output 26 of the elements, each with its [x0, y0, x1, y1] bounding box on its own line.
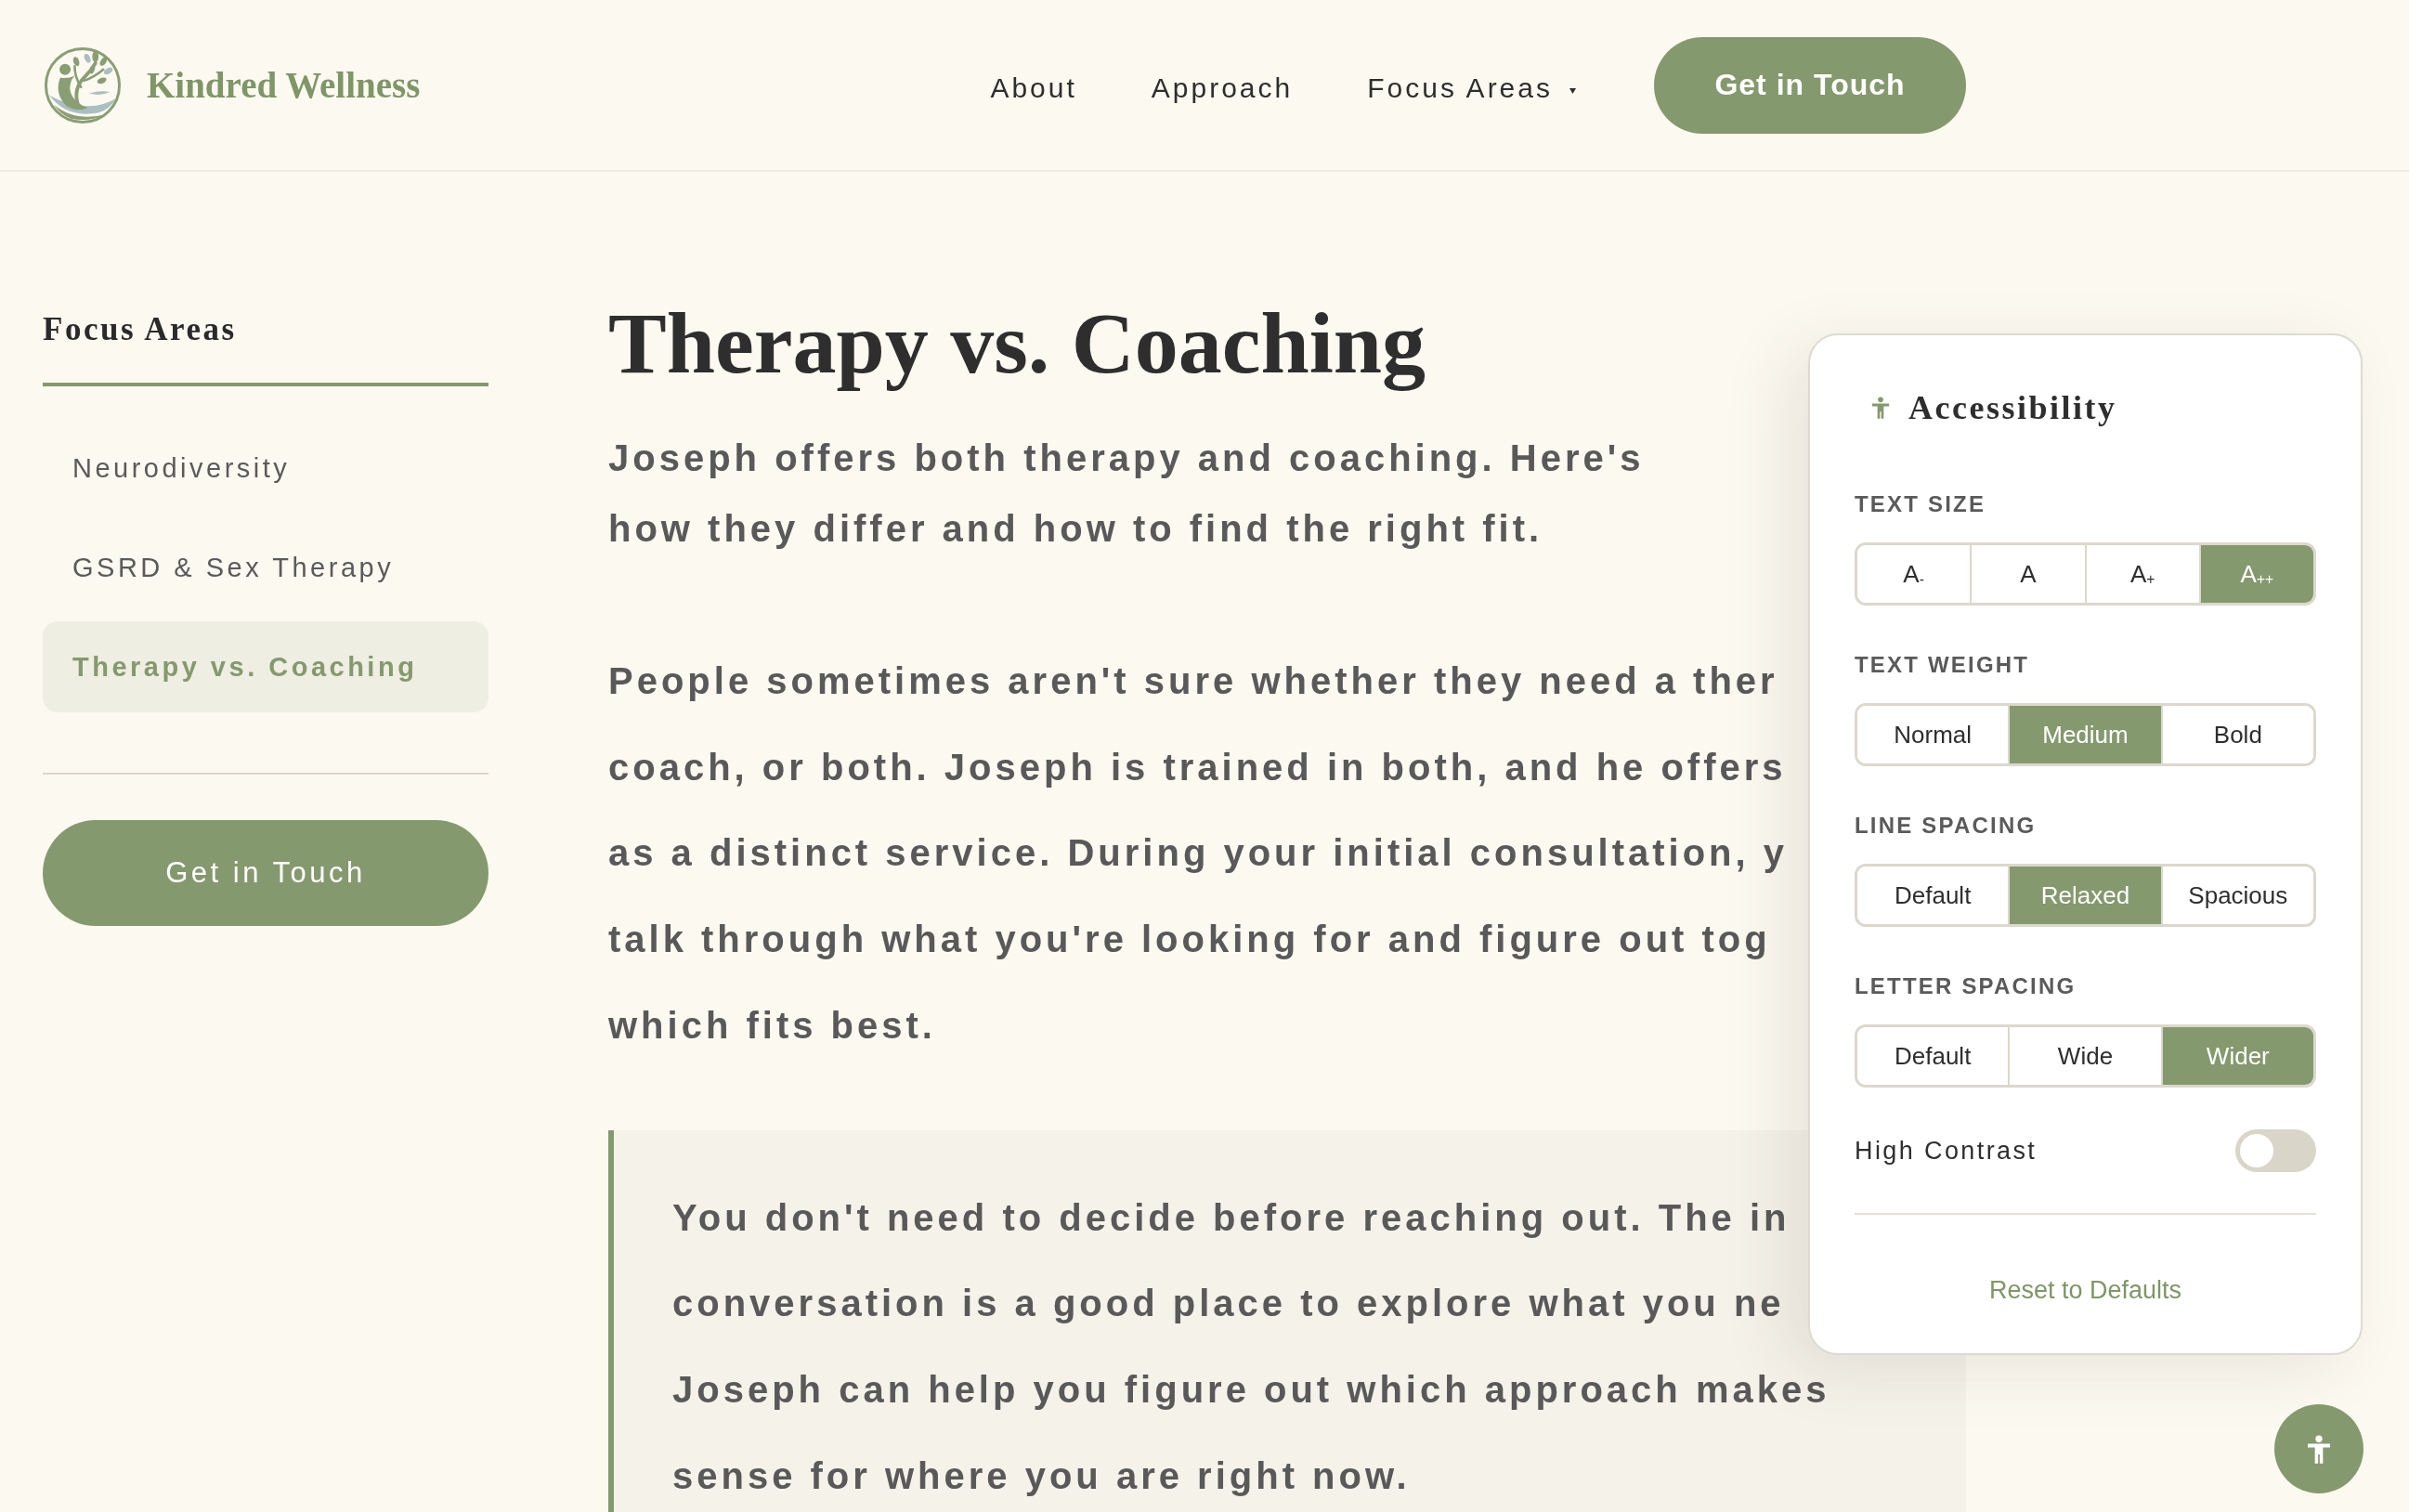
option-button[interactable]: Bold — [2160, 706, 2313, 763]
setting-label: LETTER SPACING — [1855, 972, 2077, 1000]
high-contrast-toggle[interactable] — [2235, 1129, 2316, 1172]
intro-text: Joseph offers both therapy and coaching. Here's how they differ and how to find the right fit. — [608, 437, 1646, 551]
nav-link[interactable]: About — [990, 66, 1077, 104]
callout-text: You don't need to decide before reaching out. The in — [672, 1196, 1790, 1238]
callout-text: sense for where you are right now. — [672, 1454, 1411, 1496]
accessibility-person-icon — [1871, 397, 1890, 419]
nav-link[interactable]: Approach — [1151, 66, 1294, 104]
caret-icon — [1569, 87, 1576, 94]
panel-title: Accessibility — [1908, 388, 2117, 428]
nav-link[interactable]: Focus Areas — [1367, 66, 1576, 104]
callout-text: conversation is a good place to explore what you ne — [672, 1283, 1785, 1324]
sidebar-item[interactable]: GSRD & Sex Therapy — [43, 522, 488, 613]
option-button[interactable]: Spacious — [2160, 867, 2313, 924]
accessibility-person-icon — [2307, 1434, 2331, 1464]
sidebar-item[interactable]: Neurodiversity — [43, 423, 488, 514]
setting-label: TEXT WEIGHT — [1855, 651, 2031, 679]
body-text: People sometimes aren't sure whether they need a ther coach, or both. Joseph is trained in both, and he offers as a distinct service. During your initial consultation, y talk through what you're looking for and figure out tog which fits best. — [608, 659, 1789, 1048]
tree-logo-icon — [43, 45, 123, 125]
sidebar-heading: Focus Areas — [43, 311, 488, 386]
setting-label: TEXT SIZE — [1855, 490, 1987, 518]
toggle-label: High Contrast — [1855, 1136, 2038, 1166]
page-title: Therapy vs. Coaching — [608, 293, 1426, 393]
callout-text: Joseph can help you figure out which approach makes — [672, 1368, 1830, 1410]
setting-label: LINE SPACING — [1855, 812, 2038, 840]
